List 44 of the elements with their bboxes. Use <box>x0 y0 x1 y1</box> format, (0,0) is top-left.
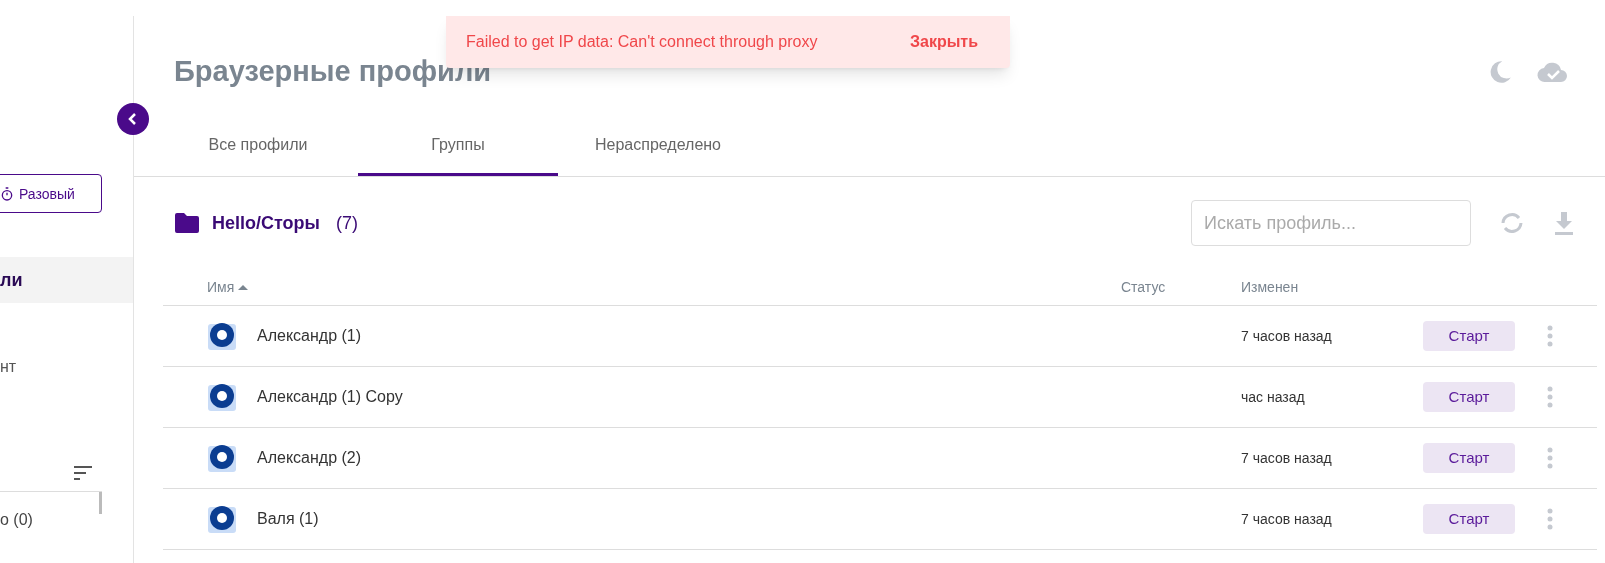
folder-icon <box>174 212 200 234</box>
profile-browser-icon <box>207 321 237 351</box>
scrollbar <box>99 492 102 514</box>
more-options-icon[interactable] <box>1547 508 1553 530</box>
tab[interactable]: Нераспределено <box>558 116 758 176</box>
column-header: Изменен <box>1241 278 1299 297</box>
column-header: Статус <box>1121 278 1167 297</box>
profile-browser-icon <box>207 382 237 412</box>
tab[interactable]: Группы <box>358 116 558 176</box>
chevron-left-icon <box>127 113 139 125</box>
stopwatch-icon <box>0 185 15 202</box>
start-button[interactable]: Старт <box>1423 443 1515 473</box>
profile-name: Александр (1) Copy <box>257 387 403 407</box>
collapse-sidebar-button[interactable] <box>117 103 149 135</box>
sidebar-item[interactable]: нт <box>0 355 133 379</box>
download-icon[interactable] <box>1553 211 1575 235</box>
group-count: (7) <box>335 212 358 235</box>
modified-time: 7 часов назад <box>1241 449 1333 468</box>
profile-name: Валя (1) <box>257 509 319 529</box>
profile-browser-icon <box>207 504 237 534</box>
refresh-icon[interactable] <box>1499 211 1525 235</box>
column-header[interactable]: Имя <box>207 277 235 297</box>
group-title: Hello/Сторы <box>212 212 320 235</box>
profile-browser-icon <box>207 443 237 473</box>
more-options-icon[interactable] <box>1547 325 1553 347</box>
profile-name: Александр (1) <box>257 326 362 346</box>
group-item[interactable]: о (0) <box>0 508 33 532</box>
profile-name: Александр (2) <box>257 448 362 468</box>
sidebar-item[interactable]: ли <box>0 257 133 303</box>
sort-icon[interactable] <box>73 465 93 481</box>
modified-time: 7 часов назад <box>1241 510 1333 529</box>
cloud-check-icon[interactable] <box>1537 60 1569 84</box>
more-options-icon[interactable] <box>1547 447 1553 469</box>
more-options-icon[interactable] <box>1547 386 1553 408</box>
error-message: Failed to get IP data: Can't connect through proxy <box>466 32 818 52</box>
start-button[interactable]: Старт <box>1423 321 1515 351</box>
start-button[interactable]: Старт <box>1423 504 1515 534</box>
tab[interactable]: Все профили <box>158 116 358 176</box>
modified-time: час назад <box>1241 388 1306 407</box>
search-field[interactable]: Искать профиль... <box>1191 200 1471 246</box>
start-button[interactable]: Старт <box>1423 382 1515 412</box>
modified-time: 7 часов назад <box>1241 327 1333 346</box>
sort-ascending-icon <box>238 284 249 290</box>
one-time-mode-button[interactable]: Разовый <box>0 174 102 213</box>
